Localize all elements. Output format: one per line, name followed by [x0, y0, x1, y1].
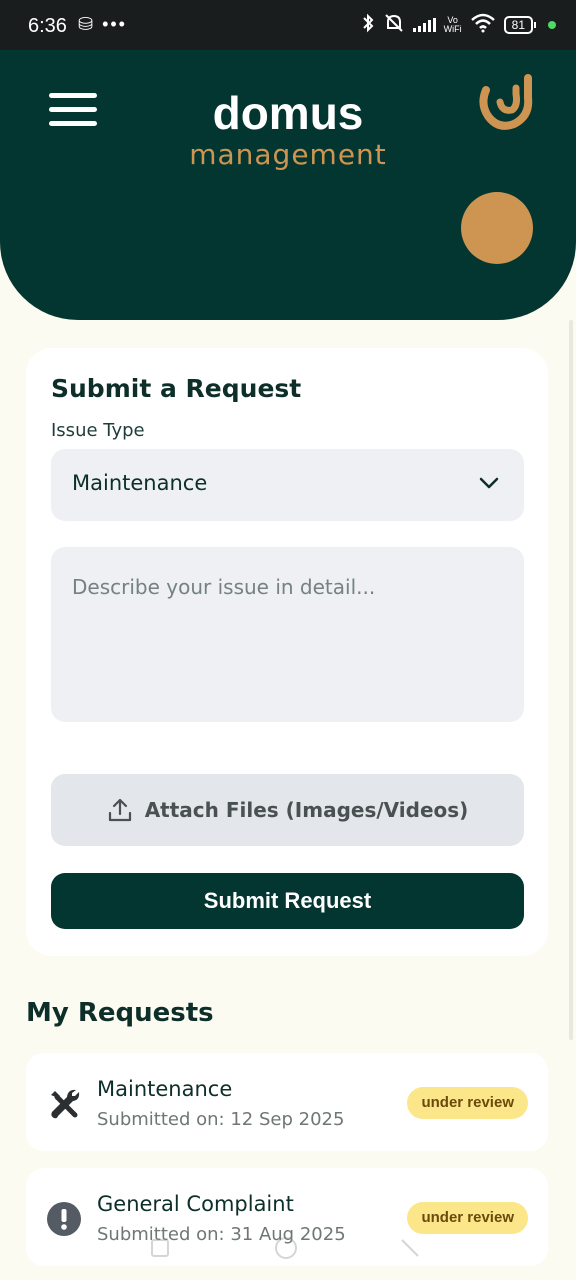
privacy-indicator-dot — [548, 21, 556, 29]
upload-icon — [108, 798, 131, 822]
bluetooth-icon — [361, 13, 375, 38]
request-date: Submitted on: 12 Sep 2025 — [97, 1109, 345, 1130]
chevron-down-icon — [479, 477, 499, 489]
issue-type-value: Maintenance — [72, 471, 208, 495]
submit-request-button[interactable]: Submit Request — [51, 873, 524, 929]
system-nav-bar — [151, 1237, 419, 1259]
request-title: General Complaint — [97, 1192, 294, 1216]
my-requests-title: My Requests — [26, 998, 214, 1028]
brand-subtitle: management — [189, 138, 387, 171]
form-title: Submit a Request — [51, 374, 302, 403]
request-item[interactable]: Maintenance Submitted on: 12 Sep 2025 un… — [26, 1053, 548, 1151]
status-time: 6:36 — [28, 15, 67, 37]
status-right-icons: Vo WiFi 81 — [361, 13, 556, 38]
vowifi-icon: Vo WiFi — [444, 16, 462, 34]
issue-type-select[interactable]: Maintenance — [51, 449, 524, 521]
notification-icons: ⛁ ••• — [78, 14, 127, 34]
silent-bell-icon — [383, 13, 405, 38]
attach-files-label: Attach Files (Images/Videos) — [144, 798, 469, 822]
domus-logo-icon — [479, 74, 533, 130]
description-field[interactable] — [51, 547, 524, 722]
tools-icon — [51, 1089, 80, 1119]
status-bar: 6:36 ⛁ ••• Vo WiFi 81 — [0, 0, 576, 50]
signal-icon — [412, 18, 436, 32]
attach-files-button[interactable]: Attach Files (Images/Videos) — [51, 774, 524, 846]
app-header: domus management — [0, 50, 576, 320]
exclamation-icon — [47, 1202, 81, 1236]
battery-icon: 81 — [503, 16, 536, 34]
status-badge: under review — [407, 1202, 528, 1234]
submit-request-card: Submit a Request Issue Type Maintenance … — [26, 348, 548, 956]
avatar[interactable] — [461, 192, 533, 264]
battery-level: 81 — [503, 16, 533, 34]
vowifi-bottom: WiFi — [443, 24, 462, 34]
issue-type-label: Issue Type — [51, 420, 145, 441]
status-badge: under review — [407, 1087, 528, 1119]
request-title: Maintenance — [97, 1077, 233, 1101]
scrollbar[interactable] — [569, 320, 573, 1040]
wifi-icon — [470, 13, 496, 38]
